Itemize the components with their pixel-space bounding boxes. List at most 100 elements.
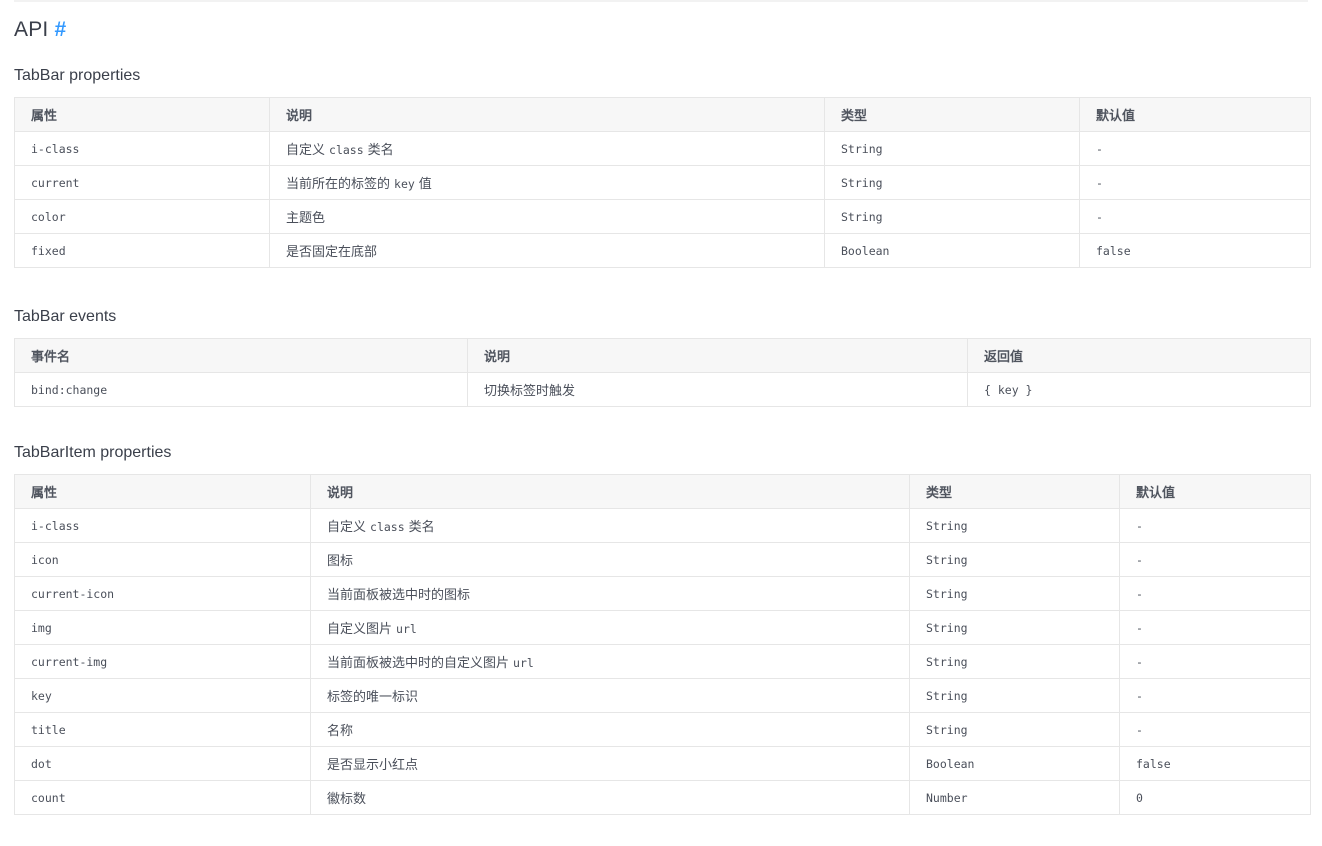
column-header: 说明 (310, 474, 910, 509)
description-text: 当前所在的标签的 (286, 176, 391, 191)
column-header: 默认值 (1119, 474, 1311, 509)
property-type: Boolean (909, 746, 1120, 781)
property-description: 当前所在的标签的 key 值 (269, 165, 825, 200)
property-description: 徽标数 (310, 780, 910, 815)
property-name: color (14, 199, 270, 234)
property-default: - (1119, 508, 1311, 543)
property-description: 自定义图片 url (310, 610, 910, 645)
property-type: String (909, 542, 1120, 577)
property-description: 是否显示小红点 (310, 746, 910, 781)
top-divider (14, 0, 1308, 2)
column-header: 类型 (909, 474, 1120, 509)
column-header: 说明 (467, 338, 968, 373)
property-default: false (1119, 746, 1311, 781)
column-header: 默认值 (1079, 97, 1311, 132)
property-type: Boolean (824, 233, 1080, 268)
description-text: 徽标数 (327, 791, 367, 806)
tabbar-events-table: 事件名 说明 返回值 bind:change 切换标签时触发 { key } (14, 338, 1311, 407)
property-default: - (1079, 131, 1311, 166)
property-description: 自定义 class 类名 (310, 508, 910, 543)
description-code: class (329, 143, 364, 157)
description-text: 当前面板被选中时的图标 (327, 587, 471, 602)
property-name: i-class (14, 131, 270, 166)
property-type: Number (909, 780, 1120, 815)
property-name: current-icon (14, 576, 311, 611)
column-header: 属性 (14, 474, 311, 509)
property-description: 是否固定在底部 (269, 233, 825, 268)
api-heading: API # (14, 16, 66, 44)
tabbar-properties-table: 属性 说明 类型 默认值 i-class 自定义 class 类名 String - cur… (14, 97, 1311, 268)
description-text: 自定义 (286, 142, 326, 157)
description-text: 主题色 (286, 210, 326, 225)
property-name: icon (14, 542, 311, 577)
description-suffix: 类名 (408, 519, 435, 534)
event-description: 切换标签时触发 (467, 372, 968, 407)
property-description: 主题色 (269, 199, 825, 234)
table-row: title 名称 String - (14, 712, 1311, 747)
description-text: 是否固定在底部 (286, 244, 378, 259)
property-default: 0 (1119, 780, 1311, 815)
property-name: title (14, 712, 311, 747)
table-row: key 标签的唯一标识 String - (14, 678, 1311, 713)
property-type: String (909, 644, 1120, 679)
property-default: false (1079, 233, 1311, 268)
property-type: String (909, 678, 1120, 713)
table-header-row: 事件名 说明 返回值 (14, 338, 1311, 373)
description-suffix: 值 (418, 176, 432, 191)
tabbaritem-properties-body: i-class 自定义 class 类名 String - icon 图标 String - cur… (14, 508, 1311, 815)
anchor-link[interactable]: # (54, 18, 66, 41)
property-type: String (909, 576, 1120, 611)
table-header-row: 属性 说明 类型 默认值 (14, 97, 1311, 132)
property-default: - (1119, 576, 1311, 611)
property-default: - (1079, 199, 1311, 234)
property-default: - (1119, 644, 1311, 679)
description-text: 图标 (327, 553, 354, 568)
description-text: 是否显示小红点 (327, 757, 419, 772)
property-description: 当前面板被选中时的图标 (310, 576, 910, 611)
description-code: class (370, 520, 405, 534)
property-default: - (1119, 542, 1311, 577)
description-text: 标签的唯一标识 (327, 689, 419, 704)
description-code: url (513, 656, 534, 670)
tabbaritem-properties-title: TabBarItem properties (14, 444, 172, 461)
property-type: String (909, 508, 1120, 543)
table-row: dot 是否显示小红点 Boolean false (14, 746, 1311, 781)
table-row: fixed 是否固定在底部 Boolean false (14, 233, 1311, 268)
property-name: current-img (14, 644, 311, 679)
description-text: 名称 (327, 723, 354, 738)
table-row: color 主题色 String - (14, 199, 1311, 234)
column-header: 说明 (269, 97, 825, 132)
property-name: img (14, 610, 311, 645)
api-heading-text: API (14, 18, 49, 41)
property-description: 名称 (310, 712, 910, 747)
event-return-value: { key } (967, 372, 1311, 407)
table-row: i-class 自定义 class 类名 String - (14, 508, 1311, 543)
property-description: 标签的唯一标识 (310, 678, 910, 713)
description-suffix: 类名 (367, 142, 394, 157)
table-row: current 当前所在的标签的 key 值 String - (14, 165, 1311, 200)
description-code: key (394, 177, 415, 191)
property-description: 图标 (310, 542, 910, 577)
property-type: String (909, 712, 1120, 747)
table-row: count 徽标数 Number 0 (14, 780, 1311, 815)
table-row: i-class 自定义 class 类名 String - (14, 131, 1311, 166)
description-text: 当前面板被选中时的自定义图片 (327, 655, 510, 670)
property-default: - (1119, 610, 1311, 645)
table-row: current-icon 当前面板被选中时的图标 String - (14, 576, 1311, 611)
table-row: bind:change 切换标签时触发 { key } (14, 372, 1311, 407)
property-name: key (14, 678, 311, 713)
tabbar-properties-body: i-class 自定义 class 类名 String - current 当前所在的标签的 k… (14, 131, 1311, 268)
property-type: String (824, 131, 1080, 166)
table-row: current-img 当前面板被选中时的自定义图片 url String - (14, 644, 1311, 679)
tabbar-properties-title: TabBar properties (14, 67, 141, 84)
property-name: fixed (14, 233, 270, 268)
column-header: 返回值 (967, 338, 1311, 373)
property-type: String (824, 199, 1080, 234)
property-type: String (909, 610, 1120, 645)
property-description: 当前面板被选中时的自定义图片 url (310, 644, 910, 679)
tabbar-events-title: TabBar events (14, 308, 117, 325)
property-name: i-class (14, 508, 311, 543)
table-row: img 自定义图片 url String - (14, 610, 1311, 645)
tabbaritem-properties-table: 属性 说明 类型 默认值 i-class 自定义 class 类名 String - ico… (14, 474, 1311, 815)
column-header: 属性 (14, 97, 270, 132)
